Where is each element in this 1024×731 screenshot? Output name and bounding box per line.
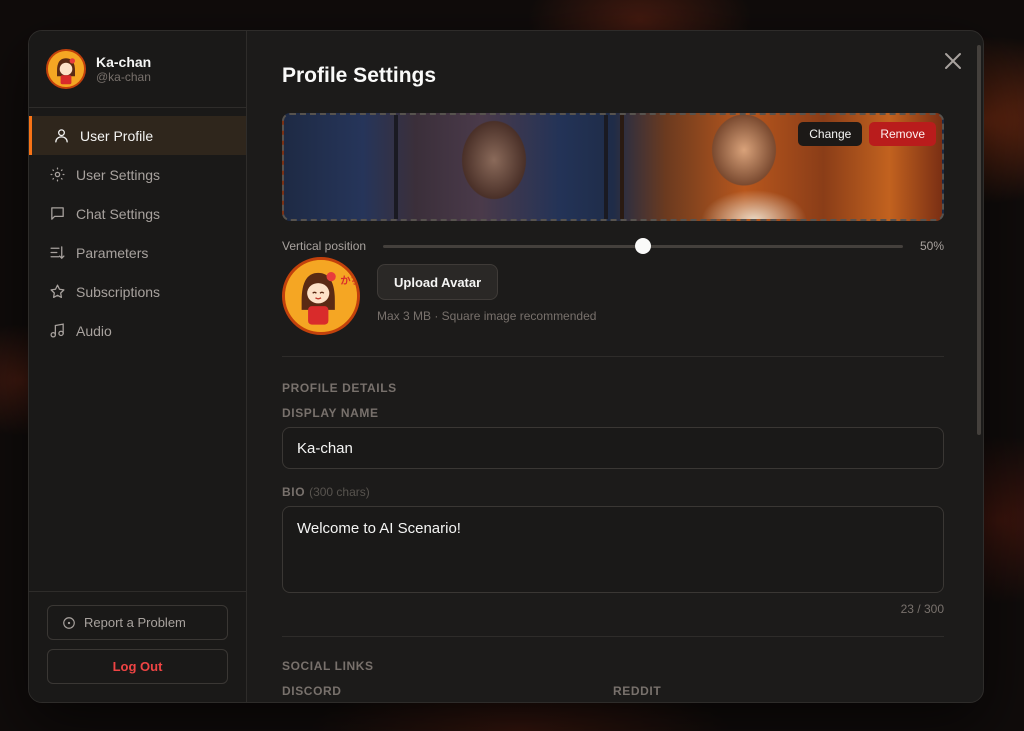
report-problem-button[interactable]: Report a Problem: [47, 605, 228, 640]
sidebar-item-label: User Settings: [76, 166, 161, 183]
user-header: Ka-chan @ka-chan: [29, 31, 246, 108]
social-links-heading: SOCIAL LINKS: [282, 659, 374, 673]
avatar-illustration-icon: かちゃん: [285, 260, 357, 332]
discord-label: DISCORD: [282, 684, 342, 698]
sidebar-item-chat-settings[interactable]: Chat Settings: [29, 194, 246, 233]
remove-banner-button[interactable]: Remove: [869, 122, 936, 146]
sidebar-item-label: Subscriptions: [76, 283, 161, 300]
profile-details-heading: PROFILE DETAILS: [282, 381, 397, 395]
page-title: Profile Settings: [282, 64, 437, 87]
close-icon[interactable]: [943, 51, 963, 71]
sliders-list-icon: [49, 244, 66, 261]
report-problem-label: Report a Problem: [84, 615, 186, 630]
main-panel: Profile Settings Change Remove Vertical …: [247, 31, 983, 702]
profile-banner: Change Remove: [282, 113, 944, 221]
avatar-text: かちゃん: [340, 275, 357, 287]
upload-avatar-button[interactable]: Upload Avatar: [377, 264, 499, 300]
section-divider: [282, 636, 944, 637]
avatar: [46, 49, 86, 89]
banner-figure-right: [684, 115, 814, 219]
avatar-large: かちゃん: [282, 257, 360, 335]
sidebar-item-user-settings[interactable]: User Settings: [29, 155, 246, 194]
avatar-row: かちゃん Upload Avatar Max 3 MB · Square ima…: [282, 257, 942, 335]
user-handle: @ka-chan: [96, 69, 151, 84]
slider-thumb[interactable]: [635, 238, 651, 254]
bio-field[interactable]: Welcome to AI Scenario!: [282, 506, 944, 593]
vertical-position-slider[interactable]: [383, 237, 903, 255]
sidebar-item-user-profile[interactable]: User Profile: [29, 116, 246, 155]
banner-window-frame: [394, 115, 398, 219]
star-icon: [49, 283, 66, 300]
display-name-field[interactable]: Ka-chan: [282, 427, 944, 469]
bio-label-text: BIO: [282, 485, 306, 499]
user-icon: [53, 127, 70, 144]
sidebar-item-parameters[interactable]: Parameters: [29, 233, 246, 272]
vertical-position-control: Vertical position 50%: [282, 237, 944, 255]
display-name-label: DISPLAY NAME: [282, 406, 379, 420]
chat-bubble-icon: [49, 205, 66, 222]
vertical-position-label: Vertical position: [282, 239, 367, 253]
change-banner-button[interactable]: Change: [798, 122, 863, 146]
sidebar-footer: Report a Problem Log Out: [29, 591, 246, 702]
vertical-position-value: 50%: [919, 239, 944, 253]
bio-label: BIO (300 chars): [282, 485, 942, 499]
settings-sun-icon: [49, 166, 66, 183]
section-divider: [282, 356, 944, 357]
sidebar-item-audio[interactable]: Audio: [29, 311, 246, 350]
sidebar-item-label: User Profile: [80, 127, 154, 144]
sidebar: Ka-chan @ka-chan User Profile User Setti…: [29, 31, 247, 702]
scrollbar[interactable]: [977, 45, 981, 435]
bio-char-counter: 23 / 300: [900, 602, 944, 616]
music-note-icon: [49, 322, 66, 339]
alert-circle-icon: [63, 616, 75, 629]
sidebar-item-label: Parameters: [76, 244, 149, 261]
banner-window-frame: [604, 115, 608, 219]
bio-limit-hint: (300 chars): [309, 485, 370, 499]
sidebar-item-label: Audio: [76, 322, 112, 339]
sidebar-item-label: Chat Settings: [76, 205, 161, 222]
sidebar-item-subscriptions[interactable]: Subscriptions: [29, 272, 246, 311]
sidebar-nav: User Profile User Settings Chat Settings…: [29, 108, 246, 350]
upload-hint: Max 3 MB · Square image recommended: [377, 309, 597, 323]
avatar-illustration-icon: [48, 51, 84, 87]
banner-window-frame: [620, 115, 624, 219]
banner-figure-left: [434, 115, 554, 219]
user-name: Ka-chan: [96, 53, 152, 70]
reddit-label: REDDIT: [613, 684, 662, 698]
logout-button[interactable]: Log Out: [47, 649, 228, 684]
profile-settings-modal: Ka-chan @ka-chan User Profile User Setti…: [28, 30, 984, 703]
